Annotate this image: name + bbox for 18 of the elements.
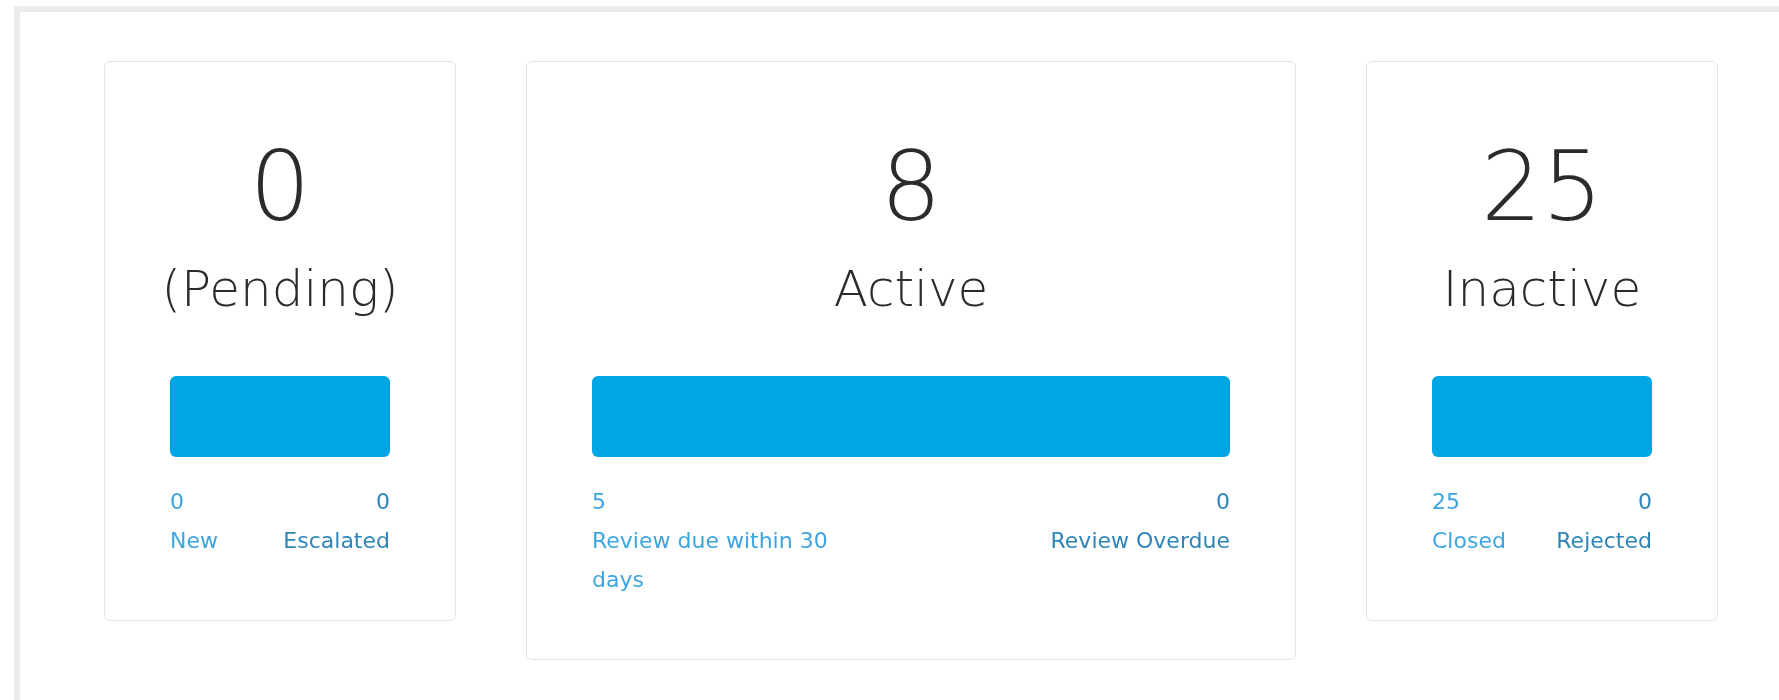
- stat-label-link[interactable]: Review due within 30 days: [592, 521, 882, 599]
- count-value: 25: [1479, 132, 1605, 242]
- stat-value-link[interactable]: 0: [1216, 482, 1230, 521]
- stat-label-link[interactable]: New: [170, 521, 218, 560]
- card-title: (Pending): [160, 259, 400, 320]
- stat-label-link[interactable]: Escalated: [283, 521, 390, 560]
- card-title: Inactive: [1441, 259, 1643, 320]
- stat-label-link[interactable]: Rejected: [1556, 521, 1652, 560]
- card-title: Active: [832, 259, 990, 320]
- stat-label-link[interactable]: Closed: [1432, 521, 1506, 560]
- stat-value-link[interactable]: 5: [592, 482, 882, 521]
- stat-value-link[interactable]: 0: [1638, 482, 1652, 521]
- stat-value-link[interactable]: 25: [1432, 482, 1506, 521]
- count-value: 0: [248, 132, 312, 242]
- stat-value-link[interactable]: 0: [376, 482, 390, 521]
- stat-value-link[interactable]: 0: [170, 482, 218, 521]
- count-value: 8: [879, 132, 943, 242]
- stat-label-link[interactable]: Review Overdue: [1050, 521, 1230, 560]
